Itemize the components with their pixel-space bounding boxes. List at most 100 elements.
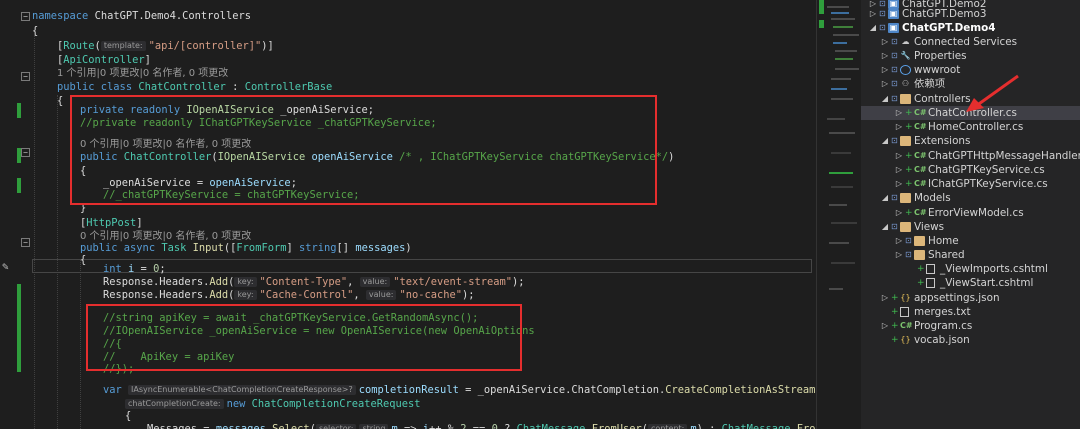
collapsed-arrow-icon[interactable]: ▷ xyxy=(881,63,889,77)
collapsed-arrow-icon[interactable]: ▷ xyxy=(895,149,903,163)
code-line[interactable]: namespace ChatGPT.Demo4.Controllers xyxy=(0,9,816,24)
code-line[interactable]: public class ChatController : Controller… xyxy=(0,80,816,95)
source-control-lock-icon: ⊡ xyxy=(891,136,898,145)
collapsed-arrow-icon[interactable]: ▷ xyxy=(895,106,903,120)
tree-item[interactable]: +{} vocab.json xyxy=(861,333,1080,347)
code-token: "Content-Type" xyxy=(259,276,348,288)
code-text: public class ChatController : Controller… xyxy=(57,80,332,95)
tree-item[interactable]: + _ViewImports.cshtml xyxy=(861,262,1080,276)
code-token: ) xyxy=(668,151,675,163)
tree-item[interactable]: ◢ ⊡ Extensions xyxy=(861,134,1080,148)
code-token: FromAssis xyxy=(796,423,816,429)
code-token: Response.Headers. xyxy=(103,276,210,288)
tree-item[interactable]: ▷ ⊡ Home xyxy=(861,234,1080,248)
tree-item[interactable]: ▷ + C# Program.cs xyxy=(861,319,1080,333)
code-token: Add xyxy=(209,276,229,288)
tree-item[interactable]: ▷ + C# ChatGPTHttpMessageHandler.cs xyxy=(861,149,1080,163)
code-token: Messages = xyxy=(147,423,216,429)
code-token: completionResult xyxy=(358,384,459,396)
tree-item[interactable]: ▷ +{} appsettings.json xyxy=(861,291,1080,305)
tree-item[interactable]: + _ViewStart.cshtml xyxy=(861,276,1080,290)
tree-item-label: ErrorViewModel.cs xyxy=(928,207,1024,219)
map-mark xyxy=(819,20,824,28)
code-token: ? xyxy=(497,423,517,429)
code-token: ] xyxy=(136,217,143,229)
dependencies-icon: ⚇ xyxy=(901,79,910,88)
expanded-arrow-icon[interactable]: ◢ xyxy=(881,92,889,106)
editor-scroll-map[interactable] xyxy=(816,0,861,429)
tree-item[interactable]: ▷ + C# ErrorViewModel.cs xyxy=(861,206,1080,220)
expanded-arrow-icon[interactable]: ◢ xyxy=(869,21,877,35)
code-line[interactable]: { xyxy=(0,24,816,39)
tree-item[interactable]: ◢ ⊡ Models xyxy=(861,191,1080,205)
collapsed-arrow-icon[interactable]: ▷ xyxy=(895,206,903,220)
code-token: : xyxy=(225,81,245,93)
tree-item-label: Connected Services xyxy=(914,36,1018,48)
collapsed-arrow-icon[interactable]: ▷ xyxy=(881,35,889,49)
collapsed-arrow-icon[interactable]: ▷ xyxy=(881,319,889,333)
code-editor[interactable]: − − − − ✎ namespace ChatGPT.Demo4.Contro… xyxy=(0,0,816,429)
code-line[interactable]: [Route(template: "api/[controller]")] xyxy=(0,39,816,54)
collapsed-arrow-icon[interactable]: ▷ xyxy=(881,77,889,91)
code-token: => xyxy=(397,423,423,429)
source-control-lock-icon: ⊡ xyxy=(891,79,898,88)
collapsed-arrow-icon[interactable]: ▷ xyxy=(869,7,877,21)
inlay-hint: value: xyxy=(359,277,391,287)
code-token: int xyxy=(103,263,129,275)
tree-item-label: ChatGPT.Demo3 xyxy=(902,8,987,20)
folder-icon xyxy=(900,136,911,146)
csharp-file-icon: C# xyxy=(914,122,927,131)
source-control-lock-icon: ⊡ xyxy=(905,250,912,259)
tree-item-label: Program.cs xyxy=(914,320,973,332)
code-token: { xyxy=(125,410,132,422)
code-token: ); xyxy=(512,276,525,288)
tree-item[interactable]: ◢ ⊡ Views xyxy=(861,220,1080,234)
connected-services-icon: ☁ xyxy=(901,37,910,46)
code-line[interactable]: var IAsyncEnumerable<ChatCompletionCreat… xyxy=(0,383,816,398)
collapsed-arrow-icon[interactable]: ▷ xyxy=(895,234,903,248)
code-token: ( xyxy=(94,40,101,52)
code-token: { xyxy=(32,25,39,37)
code-line[interactable]: Messages = messages.Select(selector: stri… xyxy=(0,422,816,429)
collapsed-arrow-icon[interactable]: ▷ xyxy=(895,248,903,262)
code-token: ApiController xyxy=(63,54,145,66)
tree-item[interactable]: ▷ ⊡ ▣ ChatGPT.Demo3 xyxy=(861,7,1080,21)
tree-item[interactable]: ◢ ⊡ ▣ ChatGPT.Demo4 xyxy=(861,21,1080,35)
git-added-icon: + xyxy=(891,321,899,331)
tree-item[interactable]: ▷ + C# ChatGPTKeyService.cs xyxy=(861,163,1080,177)
expanded-arrow-icon[interactable]: ◢ xyxy=(881,191,889,205)
tree-item-label: Models xyxy=(914,192,951,204)
csharp-file-icon: C# xyxy=(900,321,913,330)
expanded-arrow-icon[interactable]: ◢ xyxy=(881,134,889,148)
tree-item[interactable]: + merges.txt xyxy=(861,305,1080,319)
solution-explorer[interactable]: ▷ ⊡ ▣ ChatGPT.Demo2 ▷ ⊡ ▣ ChatGPT.Demo3 ◢ ⊡ ▣ ChatG… xyxy=(861,0,1080,429)
code-token: )] xyxy=(261,40,274,52)
tree-item[interactable]: ▷ + C# HomeController.cs xyxy=(861,120,1080,134)
collapsed-arrow-icon[interactable]: ▷ xyxy=(895,120,903,134)
tree-item[interactable]: ▷ ⊡ 🔧 Properties xyxy=(861,49,1080,63)
collapsed-arrow-icon[interactable]: ▷ xyxy=(881,291,889,305)
code-token: ChatMessage xyxy=(721,423,791,429)
tree-item[interactable]: ▷ ⊡ Shared xyxy=(861,248,1080,262)
code-token: var xyxy=(103,384,129,396)
code-token: , xyxy=(347,276,360,288)
code-token: namespace xyxy=(32,10,89,22)
globe-icon xyxy=(900,65,911,75)
collapsed-arrow-icon[interactable]: ▷ xyxy=(895,177,903,191)
code-token: Route xyxy=(63,40,95,52)
code-token: ) : xyxy=(696,423,722,429)
collapsed-arrow-icon[interactable]: ▷ xyxy=(881,49,889,63)
tree-item-label: 依赖项 xyxy=(914,78,946,90)
collapsed-arrow-icon[interactable]: ▷ xyxy=(895,163,903,177)
tree-item-label: Home xyxy=(928,235,959,247)
code-token: CreateCompletionAsStream xyxy=(665,384,816,396)
inlay-hint: string xyxy=(359,424,389,429)
git-added-icon: + xyxy=(891,293,899,303)
code-token: public class xyxy=(57,81,139,93)
scroll-map-thumb[interactable] xyxy=(827,2,859,112)
code-lens-line[interactable]: 1 个引用|0 项更改|0 名作者, 0 项更改 xyxy=(0,66,816,81)
tree-item-label: ChatGPTKeyService.cs xyxy=(928,164,1045,176)
expanded-arrow-icon[interactable]: ◢ xyxy=(881,220,889,234)
tree-item[interactable]: ▷ ⊡ ☁ Connected Services xyxy=(861,35,1080,49)
tree-item[interactable]: ▷ + C# IChatGPTKeyService.cs xyxy=(861,177,1080,191)
